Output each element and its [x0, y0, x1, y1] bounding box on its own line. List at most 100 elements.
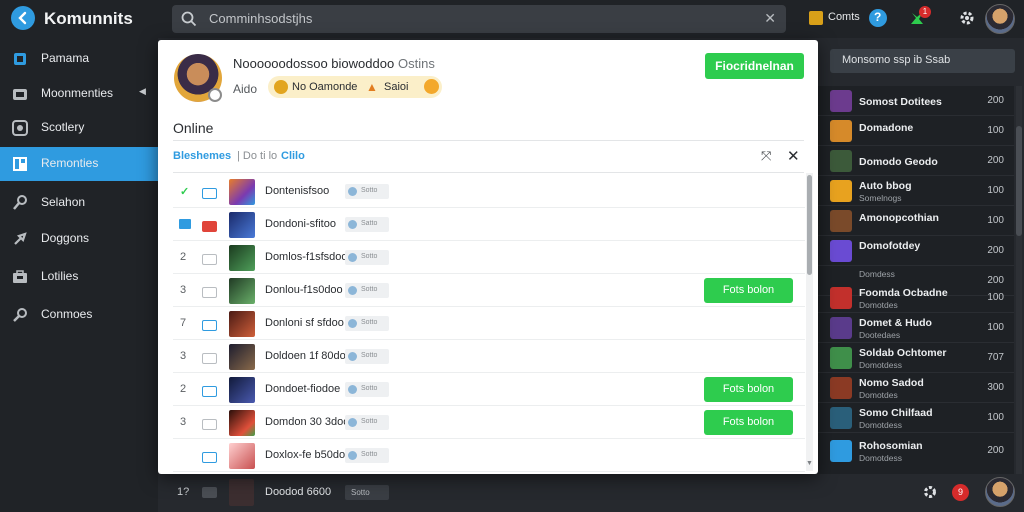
- row-tag: Sotto: [345, 415, 389, 430]
- scrollbar-thumb[interactable]: [807, 175, 812, 275]
- list-item[interactable]: Rohosomian Domotdess 200: [818, 436, 1014, 466]
- row-action-button[interactable]: Fots bolon: [704, 377, 793, 402]
- filter-separator: | Do ti lo: [237, 150, 278, 162]
- clear-search-icon[interactable]: ✕: [764, 10, 776, 27]
- item-subtitle: Domotdes: [859, 390, 898, 400]
- table-row[interactable]: 3 Donlou-f1s0doo Sotto Fots bolon: [173, 274, 805, 307]
- search-input[interactable]: Comminhsodstjhs: [209, 11, 312, 26]
- items-icon[interactable]: [809, 11, 823, 25]
- row-thumbnail: [229, 278, 255, 304]
- row-checkbox[interactable]: [202, 287, 217, 298]
- list-item[interactable]: Domadone 100: [818, 116, 1014, 146]
- list-item[interactable]: Foomda Ocbadne Domotdes 100: [818, 283, 1014, 313]
- search-icon: [181, 11, 197, 32]
- sidebar-item-remonties[interactable]: Remonties: [0, 147, 158, 181]
- row-title: Dondoet-fiodoe: [265, 383, 341, 395]
- notification-count[interactable]: 9: [952, 484, 969, 501]
- list-item[interactable]: Somost Dotitees 200: [818, 86, 1014, 116]
- row-checkbox[interactable]: [202, 353, 217, 364]
- row-checkbox[interactable]: [202, 188, 217, 199]
- chevron-icon[interactable]: ◀: [139, 86, 146, 97]
- settings-icon[interactable]: [922, 484, 938, 500]
- sidebar-item-selahon[interactable]: Selahon: [0, 186, 158, 220]
- row-checkbox[interactable]: [202, 320, 217, 331]
- item-title: Domodo Geodo: [859, 156, 938, 168]
- sidebar-item-label: Doggons: [41, 231, 90, 245]
- user-avatar[interactable]: [985, 4, 1015, 34]
- row-tag: Sotto: [345, 316, 389, 331]
- table-row[interactable]: 2 Domlos-f1sfsdoo Sotto: [173, 241, 805, 274]
- tag-text: Satto: [361, 220, 378, 227]
- modal-scrollbar[interactable]: ▼: [806, 173, 813, 471]
- row-thumbnail: [229, 311, 255, 337]
- list-item[interactable]: Domodo Geodo 200: [818, 146, 1014, 176]
- row-tag: Sotto: [345, 184, 389, 199]
- list-item[interactable]: Soldab Ochtomer Domotdess 707: [818, 343, 1014, 373]
- scroll-down-icon[interactable]: ▼: [806, 460, 813, 467]
- sidebar-item-doggons[interactable]: Doggons: [0, 222, 158, 256]
- search-bar[interactable]: Comminhsodstjhs ✕: [172, 5, 786, 33]
- row-action-button[interactable]: Fots bolon: [704, 410, 793, 435]
- right-panel-scrollbar[interactable]: [1016, 86, 1022, 474]
- table-row[interactable]: Dondoni-sfitoo Satto: [173, 208, 805, 241]
- expand-icon[interactable]: ⤧: [761, 148, 771, 164]
- notifications-icon[interactable]: 1: [908, 6, 931, 27]
- row-checkbox[interactable]: [202, 452, 217, 463]
- right-panel-button[interactable]: Monsomo ssp ib Ssab: [830, 49, 1015, 73]
- list-item[interactable]: Nomo Sadod Domotdes 300: [818, 373, 1014, 403]
- list-item[interactable]: Domet & Hudo Dootedaes 100: [818, 313, 1014, 343]
- filter-tab[interactable]: Bleshemes: [173, 150, 231, 162]
- tag-icon: [348, 451, 357, 460]
- profile-avatar: [174, 54, 222, 102]
- item-count: 100: [987, 125, 1004, 136]
- table-row[interactable]: 2 Dondoet-fiodoe Sotto Fots bolon: [173, 373, 805, 406]
- items-label[interactable]: Comts: [828, 11, 860, 23]
- user-avatar[interactable]: [985, 477, 1015, 507]
- row-tag: Sotto: [345, 485, 389, 500]
- table-row[interactable]: 7 Donloni sf sfdoo Sotto: [173, 307, 805, 340]
- library-icon: [12, 156, 28, 172]
- sidebar-item-lotilies[interactable]: Lotilies: [0, 260, 158, 294]
- row-checkbox[interactable]: [202, 221, 217, 232]
- app-logo-icon[interactable]: [11, 6, 35, 30]
- close-icon[interactable]: ✕: [787, 147, 800, 165]
- row-action-button[interactable]: Fots bolon: [704, 278, 793, 303]
- sidebar-item-moonmenties[interactable]: Moonmenties ◀: [0, 77, 158, 111]
- item-thumbnail: [830, 317, 852, 339]
- table-row[interactable]: 3 Doldoen 1f 80doo Sotto: [173, 340, 805, 373]
- scrollbar-thumb[interactable]: [1016, 126, 1022, 236]
- gear-icon[interactable]: [958, 9, 976, 27]
- list-item[interactable]: Somo Chilfaad Domotdess 100: [818, 403, 1014, 433]
- item-thumbnail: [830, 377, 852, 399]
- table-row[interactable]: 1? Doodod 6600 Sotto: [170, 476, 810, 510]
- table-row[interactable]: 3 Domdon 30 3doo Sotto Fots bolon: [173, 406, 805, 439]
- emoji-icon: [274, 80, 288, 94]
- row-checkbox[interactable]: [202, 487, 217, 498]
- status-pill[interactable]: No Oamonde ▲ Saioi: [268, 76, 442, 98]
- row-tag: Sotto: [345, 250, 389, 265]
- list-item[interactable]: Auto bbog Somelnogs 100: [818, 176, 1014, 206]
- row-checkbox[interactable]: [202, 386, 217, 397]
- row-title: Doldoen 1f 80doo: [265, 350, 352, 362]
- sidebar-item-pamama[interactable]: Pamama: [0, 42, 158, 76]
- row-thumbnail: [229, 479, 254, 506]
- sidebar-item-conmoes[interactable]: Conmoes: [0, 298, 158, 332]
- tag-icon: [348, 253, 357, 262]
- help-icon[interactable]: ?: [869, 9, 887, 27]
- tag-icon: [348, 418, 357, 427]
- item-count: 200: [987, 155, 1004, 166]
- list-item[interactable]: Domofotdey 200: [818, 236, 1014, 266]
- list-item[interactable]: Amonopcothian 100: [818, 206, 1014, 236]
- row-checkbox[interactable]: [202, 419, 217, 430]
- item-title: Somost Dotitees: [859, 96, 942, 108]
- row-thumbnail: [229, 344, 255, 370]
- table-row[interactable]: Doxlox-fe b50doo Sotto: [173, 439, 805, 472]
- row-thumbnail: [229, 245, 255, 271]
- divider: [173, 172, 804, 173]
- help-glyph: ?: [874, 10, 882, 24]
- sidebar-item-scotlery[interactable]: Scotlery: [0, 111, 158, 145]
- table-row[interactable]: ✓ Dontenisfsoo Sotto: [173, 175, 805, 208]
- row-checkbox[interactable]: [202, 254, 217, 265]
- filter-tab-extra[interactable]: Clilo: [281, 150, 305, 162]
- primary-action-button[interactable]: Fiocridnelnan: [705, 53, 804, 79]
